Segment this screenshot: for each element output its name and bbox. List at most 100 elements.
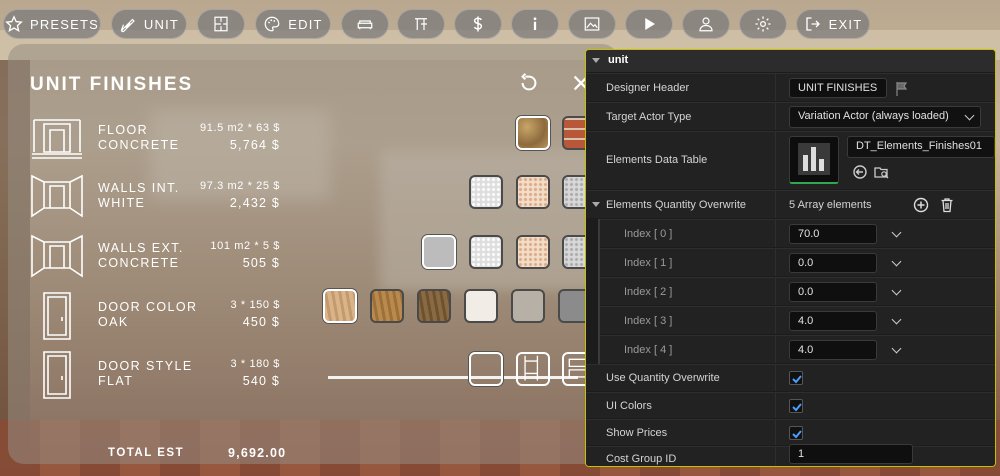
use-quantity-checkbox[interactable] [789,371,803,385]
property-label: UI Colors [606,400,652,412]
finish-row-walls-ext[interactable]: WALLS EXT. CONCRETE 101 m2 * 5 $ 505 $ [30,232,290,282]
swatch-door-style-panel[interactable] [516,352,550,386]
interior-walls-icon [31,174,83,218]
property-label: Designer Header [606,82,690,94]
gear-icon [755,16,771,32]
collapse-arrow-icon [592,58,600,63]
swatch-walls-ext-concrete[interactable] [422,235,456,269]
add-element-icon[interactable] [913,197,929,213]
swatch-door-style-flat[interactable] [469,352,503,386]
play-button[interactable] [625,9,673,39]
unit-label: UNIT [143,16,180,32]
property-cost-group-id: Cost Group ID 1 [586,444,995,466]
door-icon [43,351,71,399]
data-table-icon [798,143,830,175]
dimensions-button[interactable] [397,9,445,39]
sofa-icon [357,20,373,30]
info-button[interactable] [511,9,559,39]
prices-button[interactable] [454,9,502,39]
index-value-input[interactable]: 4.0 [789,340,877,360]
index-label: Index [ 0 ] [624,228,673,240]
index-value-input[interactable]: 0.0 [789,282,877,302]
index-value-input[interactable]: 0.0 [789,253,877,273]
total-value: 9,692.00 [228,446,287,460]
swatch-walls-int-white[interactable] [469,175,503,209]
finish-name: WALLS INT. [98,181,180,195]
swatch-door-taupe[interactable] [511,289,545,323]
finish-row-door-style[interactable]: DOOR STYLE FLAT 3 * 180 $ 540 $ [30,350,290,400]
designer-header-input[interactable]: UNIT FINISHES [789,78,887,98]
cost-group-input[interactable]: 1 [789,444,913,464]
property-label: Target Actor Type [606,111,692,123]
unit-button[interactable]: UNIT [111,9,187,39]
chevron-down-icon[interactable] [891,343,902,354]
info-icon [533,17,537,30]
dollar-icon [473,16,483,32]
edit-label: EDIT [288,16,323,32]
details-section-header[interactable]: unit [586,50,995,72]
array-index-row: Index [ 0 ] 70.0 [600,219,995,247]
pencil-ruler-icon [120,18,135,33]
data-table-thumbnail[interactable] [789,136,839,184]
swatch-walls-ext-beige[interactable] [516,235,550,269]
index-label: Index [ 3 ] [624,315,673,327]
chevron-down-icon[interactable] [891,314,902,325]
collapse-arrow-icon[interactable] [592,202,600,207]
finish-name: WALLS EXT. [98,241,184,255]
reset-icon[interactable] [518,72,540,94]
star-icon [5,15,23,33]
column-divider [775,249,776,276]
browse-folder-icon[interactable] [874,164,890,180]
floorplan-button[interactable] [197,9,245,39]
edit-button[interactable]: EDIT [255,9,331,39]
user-button[interactable] [682,9,730,39]
finish-material: CONCRETE [98,138,180,152]
column-divider [775,220,776,247]
checkmark-icon [792,403,802,412]
panel-title: UNIT FINISHES [30,74,194,95]
swatch-door-walnut[interactable] [370,289,404,323]
presets-button[interactable]: PRESETS [3,9,101,39]
exit-button[interactable]: EXIT [796,9,870,39]
index-value-input[interactable]: 70.0 [789,224,877,244]
door-panel-icon [524,355,539,381]
show-prices-checkbox[interactable] [789,426,803,440]
finish-row-door-color[interactable]: DOOR COLOR OAK 3 * 150 $ 450 $ [30,291,290,341]
chevron-down-icon[interactable] [891,256,902,267]
property-elements-data-table: Elements Data Table DT_Elements_Finishes… [586,131,995,189]
ui-colors-checkbox[interactable] [789,399,803,413]
data-table-asset-picker[interactable]: DT_Elements_Finishes01 [847,136,995,158]
target-actor-dropdown[interactable]: Variation Actor (always loaded) [789,106,981,128]
use-selected-icon[interactable] [852,164,868,180]
column-divider [775,278,776,305]
index-label: Index [ 4 ] [624,344,673,356]
finish-price: 5,764 $ [229,138,280,152]
swatch-walls-int-beige[interactable] [516,175,550,209]
finish-row-walls-int[interactable]: WALLS INT. WHITE 97.3 m2 * 25 $ 2,432 $ [30,172,290,222]
swatch-door-dark-wood[interactable] [417,289,451,323]
details-panel: unit Designer Header UNIT FINISHES Targe… [585,49,996,467]
flag-icon[interactable] [894,81,910,97]
property-designer-header: Designer Header UNIT FINISHES [586,73,995,101]
swatch-walls-ext-white[interactable] [469,235,503,269]
trash-icon[interactable] [939,197,955,213]
swatch-floor-concrete[interactable] [516,116,550,150]
chevron-down-icon[interactable] [891,285,902,296]
dimensions-icon [415,18,427,30]
column-divider [775,103,776,130]
section-title: unit [608,54,629,66]
finish-material: CONCRETE [98,256,180,270]
asset-name: DT_Elements_Finishes01 [856,140,982,152]
array-index-row: Index [ 1 ] 0.0 [600,248,995,276]
chevron-down-icon[interactable] [891,227,902,238]
swatch-door-oak[interactable] [323,289,357,323]
finish-name: DOOR COLOR [98,300,198,314]
swatch-door-white[interactable] [464,289,498,323]
checkmark-icon [792,430,802,439]
settings-button[interactable] [739,9,787,39]
index-value-input[interactable]: 4.0 [789,311,877,331]
gallery-button[interactable] [568,9,616,39]
finish-row-floor[interactable]: FLOOR CONCRETE 91.5 m2 * 63 $ 5,764 $ [30,114,290,164]
floor-icon [32,119,82,159]
furniture-button[interactable] [341,9,389,39]
